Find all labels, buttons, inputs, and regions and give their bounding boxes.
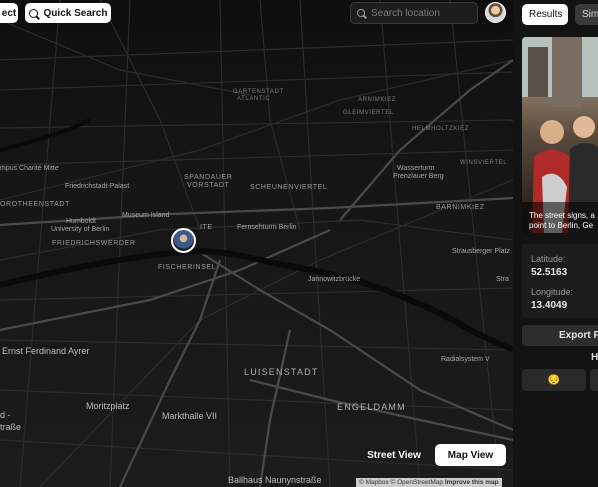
map-label: ITE [200, 224, 213, 231]
photo-image [522, 37, 598, 233]
map-view-button[interactable]: Map View [435, 444, 506, 466]
poi-label: Moritzplatz [86, 401, 130, 411]
map-label: SPANDAUER [184, 174, 233, 181]
photo-caption: The street signs, a point to Berlin, Ge [529, 211, 595, 231]
map-attribution: © Mapbox © OpenStreetMap Improve this ma… [356, 478, 502, 487]
poi-label: Ernst Ferdinand Ayrer [2, 346, 90, 356]
poi-label: Fernsehturm Berlin [237, 224, 297, 231]
map-label: VORSTADT [187, 182, 230, 189]
tab-results[interactable]: Results [522, 4, 568, 25]
poi-label: Wasserturm [397, 165, 435, 172]
search-icon [28, 8, 40, 20]
longitude-label: Longitude: [531, 287, 574, 297]
map-label: ATLANTIC [237, 96, 271, 102]
latitude-value: 52.5163 [531, 267, 568, 278]
map-label: traße [0, 422, 22, 432]
feedback-heading: H [591, 352, 598, 363]
map-label: LUISENSTADT [244, 367, 319, 377]
poi-label: Radialsystem V [441, 356, 490, 363]
map-label: FISCHERINSEL [158, 264, 217, 271]
quick-search-button[interactable]: Quick Search [25, 3, 111, 23]
quick-search-label: Quick Search [43, 7, 108, 19]
search-location-input[interactable] [369, 6, 473, 20]
export-button[interactable]: Export PL [522, 325, 598, 346]
photo-location-pin[interactable] [171, 228, 196, 253]
longitude-value: 13.4049 [531, 300, 568, 311]
map-label: ENGELDAMM [337, 402, 406, 412]
map-label: ARNIMKIEZ [358, 97, 397, 103]
poi-label: Ballhaus Naunynstraße [228, 475, 322, 485]
map-label: WINSVIERTEL [460, 160, 508, 166]
attribution-text: © Mapbox © OpenStreetMap [359, 479, 444, 486]
tab-similar[interactable]: Sim [575, 4, 598, 25]
poi-label: Markthalle VII [162, 411, 218, 421]
map-label: d - [0, 410, 11, 420]
map-label: SCHEUNENVIERTEL [250, 184, 328, 191]
rate-sad-button[interactable]: 😔 [522, 369, 586, 391]
poi-label: mpus Charité Mitte [0, 165, 59, 172]
rate-button[interactable] [590, 369, 598, 391]
poi-label: Museum Island [122, 212, 170, 219]
poi-label: Prenzlauer Berg [393, 173, 444, 180]
map-canvas[interactable]: GARTENSTADT ATLANTIC ARNIMKIEZ GLEIMVIER… [0, 0, 513, 487]
poi-label: Friedrichstadt-Palast [65, 183, 130, 190]
map-label: GLEIMVIERTEL [343, 110, 394, 116]
map-label: OROTHEENSTADT [0, 201, 70, 208]
poi-label: Jannowitzbrücke [308, 276, 361, 283]
sad-face-icon: 😔 [547, 374, 561, 386]
improve-map-link[interactable]: Improve this map [445, 479, 499, 486]
result-photo[interactable] [522, 37, 598, 233]
caption-line: The street signs, a [529, 211, 595, 220]
search-icon [357, 9, 367, 19]
project-button[interactable]: ect [0, 3, 18, 23]
location-search[interactable] [350, 2, 478, 24]
poi-label: University of Berlin [51, 226, 110, 233]
latitude-label: Latitude: [531, 254, 566, 264]
user-avatar[interactable] [485, 2, 506, 23]
poi-label: Stra [496, 276, 509, 283]
poi-label: Strausberger Platz [452, 248, 510, 255]
map-label: BARNIMKIEZ [436, 204, 485, 211]
map-label: FRIEDRICHSWERDER [52, 240, 136, 247]
street-view-button[interactable]: Street View [360, 444, 428, 466]
map-label: HELMHOLTZKIEZ [412, 126, 470, 132]
poi-label: Humboldt [66, 218, 96, 225]
caption-line: point to Berlin, Ge [529, 221, 594, 230]
